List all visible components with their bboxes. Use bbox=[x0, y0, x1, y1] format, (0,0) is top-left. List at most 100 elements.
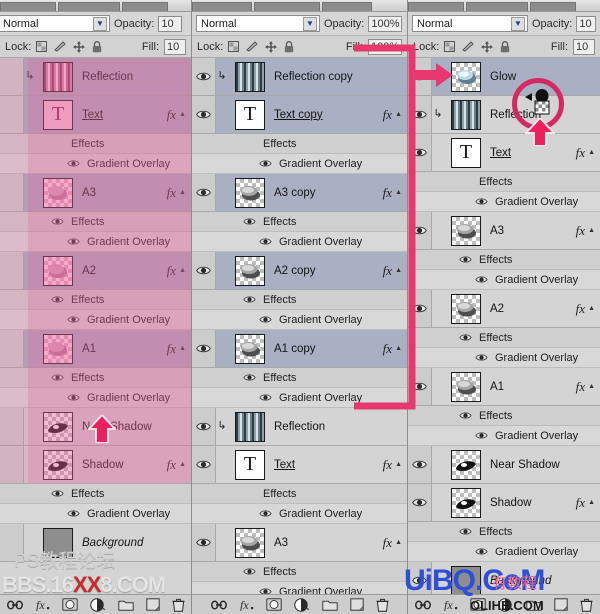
effect-visibility-toggle[interactable] bbox=[254, 237, 276, 246]
layer-effects-fx-icon[interactable]: fx bbox=[167, 341, 179, 357]
layer-thumbnail[interactable] bbox=[43, 527, 73, 558]
effects-visibility-toggle[interactable] bbox=[238, 373, 260, 382]
layer-thumbnail-wrap[interactable] bbox=[444, 99, 488, 130]
effects-visibility-toggle[interactable] bbox=[238, 295, 260, 304]
layer-thumbnail[interactable]: T bbox=[451, 137, 481, 168]
eye-visibility-icon[interactable] bbox=[258, 315, 272, 324]
layer-thumbnail-wrap[interactable] bbox=[444, 565, 488, 596]
layer-visibility-toggle[interactable] bbox=[0, 524, 24, 561]
layer-row[interactable]: Shadow fx ▲ bbox=[0, 446, 191, 484]
chevron-up-icon[interactable]: ▲ bbox=[179, 189, 191, 196]
panel-tabstrip[interactable] bbox=[192, 0, 407, 12]
layer-thumbnail[interactable] bbox=[43, 449, 73, 480]
layer-row[interactable]: A1 fx ▲ bbox=[0, 330, 191, 368]
delete-layer-icon[interactable] bbox=[172, 598, 185, 612]
layer-thumbnail-wrap[interactable] bbox=[444, 215, 488, 246]
delete-layer-icon[interactable] bbox=[580, 598, 593, 612]
chevron-up-icon[interactable]: ▲ bbox=[395, 461, 407, 468]
effects-group-row[interactable]: Effects bbox=[408, 522, 600, 542]
eye-visibility-icon[interactable] bbox=[474, 275, 488, 284]
chevron-up-icon[interactable]: ▲ bbox=[179, 111, 191, 118]
eye-visibility-icon[interactable] bbox=[242, 567, 256, 576]
effects-visibility-toggle[interactable] bbox=[454, 527, 476, 536]
eye-visibility-icon[interactable] bbox=[458, 527, 472, 536]
layer-thumbnail-wrap[interactable] bbox=[228, 333, 272, 364]
layer-thumbnail-wrap[interactable] bbox=[228, 527, 272, 558]
layer-thumbnail-wrap[interactable] bbox=[444, 449, 488, 480]
chevron-up-icon[interactable]: ▲ bbox=[588, 383, 600, 390]
chevron-up-icon[interactable]: ▲ bbox=[588, 305, 600, 312]
layer-visibility-toggle[interactable] bbox=[192, 330, 216, 367]
eye-visibility-icon[interactable] bbox=[66, 509, 80, 518]
new-adjustment-layer-icon[interactable] bbox=[293, 597, 310, 612]
eye-visibility-icon[interactable] bbox=[474, 353, 488, 362]
effect-row[interactable]: Gradient Overlay bbox=[408, 192, 600, 212]
layer-visibility-toggle[interactable] bbox=[192, 96, 216, 133]
effect-visibility-toggle[interactable] bbox=[62, 509, 84, 518]
layer-thumbnail-wrap[interactable] bbox=[36, 449, 80, 480]
eye-visibility-icon[interactable] bbox=[412, 497, 427, 508]
layer-effects-fx-icon[interactable]: fx bbox=[576, 495, 588, 511]
lock-transparent-pixels-icon[interactable] bbox=[228, 41, 240, 52]
chevron-up-icon[interactable]: ▲ bbox=[395, 539, 407, 546]
layer-visibility-toggle[interactable] bbox=[192, 524, 216, 561]
chevron-up-icon[interactable]: ▲ bbox=[588, 149, 600, 156]
eye-visibility-icon[interactable] bbox=[66, 393, 80, 402]
layer-thumbnail[interactable] bbox=[451, 215, 481, 246]
layer-thumbnail[interactable] bbox=[43, 333, 73, 364]
layer-row[interactable]: Shadow fx ▲ bbox=[408, 484, 600, 522]
layer-row[interactable]: Near Shadow bbox=[408, 446, 600, 484]
layer-thumbnail-wrap[interactable] bbox=[228, 255, 272, 286]
eye-visibility-icon[interactable] bbox=[66, 315, 80, 324]
chevron-up-icon[interactable]: ▲ bbox=[179, 461, 191, 468]
new-layer-icon[interactable] bbox=[145, 598, 160, 611]
layer-visibility-toggle[interactable] bbox=[408, 446, 432, 483]
layer-thumbnail[interactable] bbox=[235, 411, 265, 442]
lock-transparent-pixels-icon[interactable] bbox=[36, 41, 48, 52]
blend-mode-select[interactable]: Normal ▼ bbox=[412, 15, 528, 32]
layer-thumbnail-wrap[interactable] bbox=[36, 333, 80, 364]
layer-row[interactable]: T Text fx ▲ bbox=[0, 96, 191, 134]
effects-visibility-toggle[interactable] bbox=[46, 217, 68, 226]
effects-visibility-toggle[interactable] bbox=[46, 373, 68, 382]
eye-visibility-icon[interactable] bbox=[50, 295, 64, 304]
effect-row[interactable]: Gradient Overlay bbox=[408, 270, 600, 290]
layer-visibility-toggle[interactable] bbox=[192, 408, 216, 445]
layer-row[interactable]: A2 fx ▲ bbox=[0, 252, 191, 290]
layer-thumbnail[interactable] bbox=[43, 61, 73, 92]
lock-image-pixels-icon[interactable] bbox=[462, 41, 475, 52]
layer-visibility-toggle[interactable] bbox=[0, 330, 24, 367]
effect-visibility-toggle[interactable] bbox=[254, 315, 276, 324]
layer-row[interactable]: A3 fx ▲ bbox=[0, 174, 191, 212]
layer-thumbnail[interactable]: T bbox=[235, 449, 265, 480]
link-layers-icon[interactable] bbox=[415, 599, 431, 610]
layer-row[interactable]: A1 fx ▲ bbox=[408, 368, 600, 406]
eye-visibility-icon[interactable] bbox=[50, 489, 64, 498]
layer-visibility-toggle[interactable] bbox=[192, 174, 216, 211]
lock-image-pixels-icon[interactable] bbox=[246, 41, 259, 52]
layer-name[interactable]: Near Shadow bbox=[488, 459, 600, 471]
effect-visibility-toggle[interactable] bbox=[470, 197, 492, 206]
layer-row[interactable]: T Text fx ▲ bbox=[192, 446, 407, 484]
layer-visibility-toggle[interactable] bbox=[0, 252, 24, 289]
layer-thumbnail[interactable] bbox=[235, 333, 265, 364]
eye-visibility-icon[interactable] bbox=[196, 537, 211, 548]
eye-visibility-icon[interactable] bbox=[258, 237, 272, 246]
effect-visibility-toggle[interactable] bbox=[470, 353, 492, 362]
layer-row[interactable]: Near Shadow bbox=[0, 408, 191, 446]
layer-effects-fx-icon[interactable]: fx bbox=[576, 145, 588, 161]
layer-thumbnail[interactable] bbox=[43, 177, 73, 208]
add-layer-style-icon[interactable]: fx bbox=[35, 598, 50, 611]
eye-visibility-icon[interactable] bbox=[412, 575, 427, 586]
blend-mode-select[interactable]: Normal ▼ bbox=[0, 15, 110, 32]
effects-group-row[interactable]: Effects bbox=[408, 406, 600, 426]
layer-thumbnail[interactable] bbox=[235, 255, 265, 286]
chevron-up-icon[interactable]: ▲ bbox=[179, 345, 191, 352]
eye-visibility-icon[interactable] bbox=[458, 411, 472, 420]
lock-image-pixels-icon[interactable] bbox=[54, 41, 67, 52]
lock-all-icon[interactable] bbox=[500, 40, 510, 53]
layer-thumbnail-wrap[interactable] bbox=[228, 177, 272, 208]
effects-group-row[interactable]: Effects bbox=[408, 250, 600, 270]
effect-visibility-toggle[interactable] bbox=[62, 237, 84, 246]
eye-visibility-icon[interactable] bbox=[474, 547, 488, 556]
